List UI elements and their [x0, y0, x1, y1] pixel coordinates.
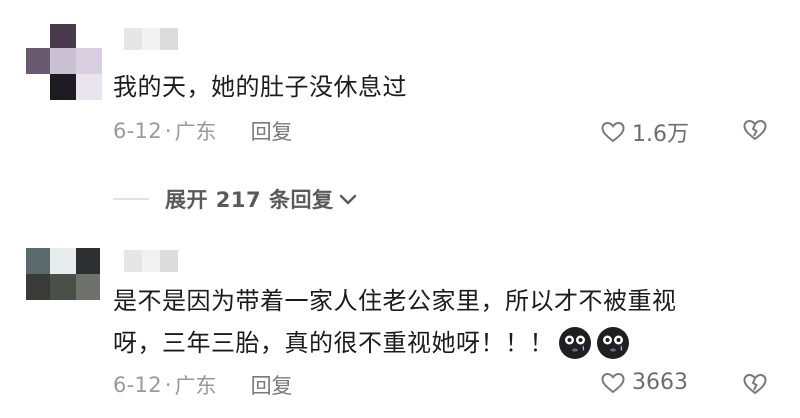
username-blurred[interactable]	[124, 28, 178, 50]
divider-line	[113, 198, 149, 200]
comment-meta: 6-12 · 广东 回复	[113, 116, 293, 146]
comment-meta: 6-12 · 广东 回复	[113, 370, 293, 400]
avatar[interactable]	[26, 24, 102, 100]
comment-text-line: 是不是因为带着一家人住老公家里，所以才不被重视	[113, 287, 677, 315]
comment-text: 我的天，她的肚子没休息过	[113, 70, 407, 104]
username-blurred[interactable]	[124, 250, 178, 272]
like-count: 1.6万	[632, 122, 689, 147]
comment-text: 是不是因为带着一家人住老公家里，所以才不被重视 呀，三年三胎，真的很不重视她呀！…	[113, 284, 677, 360]
comment-region: 广东	[174, 374, 217, 398]
broken-heart-icon	[743, 373, 767, 395]
dislike-button[interactable]	[742, 118, 768, 146]
broken-heart-icon	[743, 119, 767, 141]
reply-button[interactable]: 回复	[251, 370, 293, 400]
expand-replies-label: 展开 217 条回复	[165, 188, 334, 212]
comment-text-line: 我的天，她的肚子没休息过	[113, 73, 407, 101]
like-count: 3663	[632, 370, 688, 395]
comment-date: 6-12	[113, 119, 162, 143]
heart-icon	[601, 121, 625, 143]
expand-replies-button[interactable]: 展开 217 条回复	[113, 184, 359, 214]
chevron-down-icon	[340, 194, 357, 205]
comment-region: 广东	[174, 120, 217, 144]
dislike-button[interactable]	[742, 372, 768, 400]
like-button[interactable]: 3663	[600, 370, 688, 395]
crying-face-icon	[597, 327, 629, 359]
crying-face-icon	[559, 327, 591, 359]
separator-dot: ·	[164, 373, 172, 397]
comment-date: 6-12	[113, 373, 162, 397]
separator-dot: ·	[164, 119, 172, 143]
avatar[interactable]	[26, 248, 100, 300]
heart-icon	[601, 372, 625, 393]
comment-text-line: 呀，三年三胎，真的很不重视她呀！！！	[113, 329, 554, 357]
reply-button[interactable]: 回复	[251, 116, 293, 146]
like-button[interactable]: 1.6万	[600, 116, 689, 148]
